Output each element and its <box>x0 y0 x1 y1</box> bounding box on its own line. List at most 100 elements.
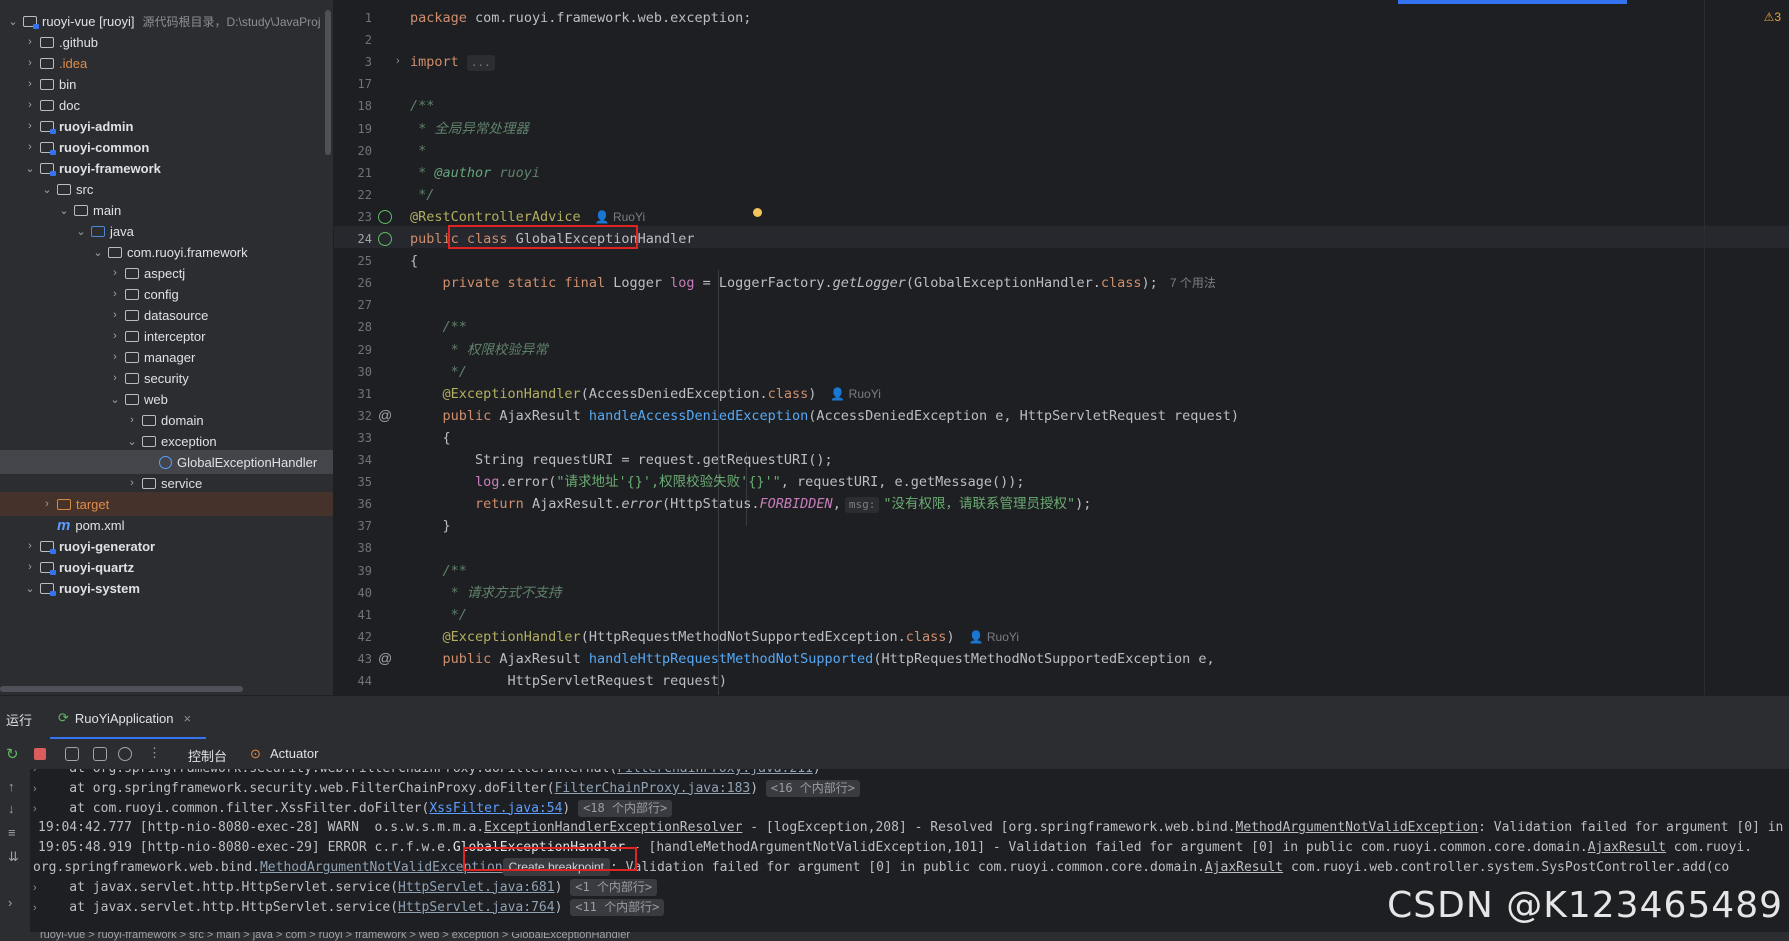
expand-line-icon[interactable]: › <box>33 877 37 899</box>
line-number[interactable]: 30 <box>334 361 372 383</box>
code-line[interactable]: HttpServletRequest request) <box>410 670 727 692</box>
line-number[interactable]: 19 <box>334 118 372 140</box>
line-number[interactable]: 2 <box>334 29 372 51</box>
code-line[interactable]: { <box>410 427 451 449</box>
tree-h-scrollbar[interactable] <box>0 686 243 692</box>
chevron-right-icon[interactable]: › <box>23 36 37 48</box>
chevron-down-icon[interactable]: ⌄ <box>23 582 37 595</box>
line-number[interactable]: 28 <box>334 316 372 338</box>
rerun-icon[interactable]: ↻ <box>6 745 19 763</box>
code-line[interactable]: * <box>410 140 426 162</box>
code-line[interactable]: */ <box>410 184 434 206</box>
chevron-down-icon[interactable]: ⌄ <box>57 204 71 217</box>
scroll-down-icon[interactable]: ↓ <box>8 801 15 816</box>
code-line[interactable]: */ <box>410 361 467 383</box>
line-number[interactable]: 3 <box>334 51 372 73</box>
code-line[interactable]: { <box>410 250 418 272</box>
line-number[interactable]: 24 <box>334 228 372 250</box>
export-icon[interactable] <box>93 747 107 761</box>
chevron-right-icon[interactable]: › <box>125 477 139 489</box>
tree-scrollbar[interactable] <box>325 10 331 155</box>
line-number[interactable]: 23 <box>334 206 372 228</box>
code-line[interactable]: /** <box>410 316 467 338</box>
code-line[interactable]: } <box>410 515 451 537</box>
expand-line-icon[interactable]: › <box>33 897 37 919</box>
chevron-right-icon[interactable]: › <box>23 99 37 111</box>
chevron-right-icon[interactable]: › <box>125 414 139 426</box>
line-number[interactable]: 33 <box>334 427 372 449</box>
expand-line-icon[interactable]: › <box>33 798 37 820</box>
code-editor[interactable]: 1 2 3 › 17 18 19 20 21 22 23 24 25 26 27 28 29 30 31 32 @33 3… <box>334 0 1789 695</box>
line-number[interactable]: 36 <box>334 493 372 515</box>
scroll-up-icon[interactable]: ↑ <box>8 779 15 794</box>
endpoint-icon[interactable]: @ <box>378 650 392 666</box>
tree-item[interactable]: ⌄ ruoyi-system <box>0 576 333 600</box>
line-number[interactable]: 34 <box>334 449 372 471</box>
line-number[interactable]: 43 <box>334 648 372 670</box>
code-line[interactable]: * 权限校验异常 <box>410 339 548 361</box>
breadcrumb[interactable]: ruoyi-vue > ruoyi-framework > src > main… <box>40 932 630 941</box>
more-options-icon[interactable]: ⋮ <box>148 745 161 761</box>
code-line[interactable]: /** <box>410 95 434 117</box>
warnings-indicator[interactable]: ⚠3 <box>1764 10 1781 24</box>
close-tab-icon[interactable]: × <box>183 711 191 726</box>
line-number[interactable]: 31 <box>334 383 372 405</box>
line-number[interactable]: 37 <box>334 515 372 537</box>
chevron-down-icon[interactable]: ⌄ <box>91 246 105 259</box>
line-number[interactable]: 17 <box>334 73 372 95</box>
editor-gutter[interactable]: 1 2 3 › 17 18 19 20 21 22 23 24 25 26 27 28 29 30 31 32 @33 3… <box>334 0 404 695</box>
line-number[interactable]: 39 <box>334 560 372 582</box>
code-line[interactable]: @ExceptionHandler(HttpRequestMethodNotSu… <box>410 626 1020 648</box>
settings-icon[interactable] <box>118 747 132 761</box>
line-number[interactable]: 25 <box>334 250 372 272</box>
spring-bean-icon[interactable] <box>378 232 392 246</box>
endpoint-icon[interactable]: @ <box>378 407 392 423</box>
code-line[interactable]: log.error("请求地址'{}',权限校验失败'{}'", request… <box>410 471 1025 493</box>
chevron-right-icon[interactable]: › <box>23 141 37 153</box>
stop-icon[interactable] <box>34 748 46 760</box>
line-number[interactable]: 26 <box>334 272 372 294</box>
code-line[interactable]: * 全局异常处理器 <box>410 118 529 140</box>
spring-bean-icon[interactable] <box>378 209 392 224</box>
lightbulb-icon[interactable] <box>753 208 762 217</box>
line-number[interactable]: 35 <box>334 471 372 493</box>
line-number[interactable]: 20 <box>334 140 372 162</box>
chevron-down-icon[interactable]: ⌄ <box>108 393 122 406</box>
line-number[interactable]: 29 <box>334 339 372 361</box>
line-number[interactable]: 18 <box>334 95 372 117</box>
chevron-right-icon[interactable]: › <box>108 288 122 300</box>
chevron-right-icon[interactable]: › <box>23 540 37 552</box>
expand-line-icon[interactable]: › <box>33 778 37 800</box>
chevron-down-icon[interactable]: ⌄ <box>6 15 20 28</box>
fold-icon[interactable]: › <box>396 55 400 67</box>
code-line[interactable]: * 请求方式不支持 <box>410 582 562 604</box>
chevron-right-icon[interactable]: › <box>108 267 122 279</box>
chevron-right-icon[interactable]: › <box>23 120 37 132</box>
chevron-down-icon[interactable]: ⌄ <box>23 162 37 175</box>
code-line[interactable]: import ... <box>410 51 499 73</box>
code-line[interactable]: String requestURI = request.getRequestUR… <box>410 449 833 471</box>
chevron-down-icon[interactable]: ⌄ <box>125 435 139 448</box>
line-number[interactable]: 27 <box>334 294 372 316</box>
line-number[interactable]: 22 <box>334 184 372 206</box>
chevron-right-icon[interactable]: › <box>108 372 122 384</box>
chevron-right-icon[interactable]: › <box>23 57 37 69</box>
line-number[interactable]: 44 <box>334 670 372 692</box>
console-tab[interactable]: 控制台 <box>188 746 227 765</box>
chevron-down-icon[interactable]: ⌄ <box>74 225 88 238</box>
code-line[interactable]: return AjaxResult.error(HttpStatus.FORBI… <box>410 493 1091 515</box>
code-line[interactable]: /** <box>410 560 467 582</box>
project-tree[interactable]: ⌄ ruoyi-vue [ruoyi] 源代码根目录，D:\study\JavaPr… <box>0 0 334 695</box>
chevron-right-icon[interactable]: › <box>40 498 54 510</box>
line-number[interactable]: 40 <box>334 582 372 604</box>
code-line[interactable]: private static final Logger log = Logger… <box>410 272 1216 294</box>
line-number[interactable]: 42 <box>334 626 372 648</box>
run-config-tab[interactable]: ⟳ RuoYiApplication × <box>58 710 191 726</box>
code-line[interactable]: @ExceptionHandler(AccessDeniedException.… <box>410 383 881 405</box>
code-line[interactable]: */ <box>410 604 467 626</box>
chevron-down-icon[interactable]: ⌄ <box>40 183 54 196</box>
expand-icon[interactable]: › <box>8 895 12 910</box>
camera-icon[interactable] <box>65 747 79 761</box>
line-number[interactable]: 41 <box>334 604 372 626</box>
line-number[interactable]: 21 <box>334 162 372 184</box>
